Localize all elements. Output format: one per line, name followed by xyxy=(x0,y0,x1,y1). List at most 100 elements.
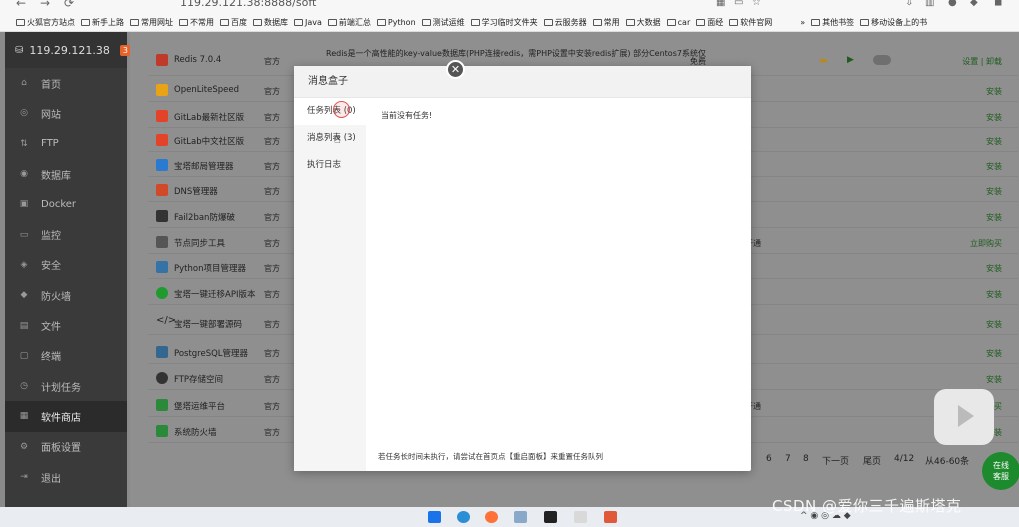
bookmark-folder[interactable]: 学习临时文件夹 xyxy=(470,17,538,28)
browser-chrome: ← → ⟳ 119.29.121.38:8888/soft ▦ ▭ ☆ ⇩ ▥ … xyxy=(0,0,1019,32)
sidebar-item-security[interactable]: ◈ 安全 xyxy=(5,250,127,280)
extension-icon[interactable]: ◼ xyxy=(994,0,1002,8)
sidebar-item-terminal[interactable]: ▢ 终端 xyxy=(5,341,127,371)
python-icon xyxy=(156,261,168,273)
folder-icon xyxy=(421,18,431,26)
ide-icon[interactable] xyxy=(544,511,557,523)
bookmark-folder[interactable]: 测试运维 xyxy=(421,17,465,28)
gitlab-icon xyxy=(156,110,168,122)
bookmark-folder[interactable]: Python xyxy=(376,18,416,27)
qr-icon[interactable]: ▦ xyxy=(716,0,725,8)
message-box-dialog: 消息盒子 任务列表 (0) 消息列表 (3) 执行日志 当前没有任务! 若任务长… xyxy=(294,66,751,471)
bookmark-item[interactable]: 百度 xyxy=(220,17,247,28)
exit-icon: ⇥ xyxy=(20,472,28,482)
sidebar-item-cron[interactable]: ◷ 计划任务 xyxy=(5,371,127,401)
page-icon[interactable]: ▭ xyxy=(734,0,743,8)
windows-start-icon[interactable] xyxy=(428,511,441,523)
shield-icon xyxy=(156,425,168,437)
folder-icon xyxy=(294,18,303,26)
server-header: ⛁ 119.29.121.38 3 xyxy=(5,32,131,68)
openlitespeed-icon xyxy=(156,84,168,96)
sidebar-item-ftp[interactable]: ⇅ FTP xyxy=(5,129,127,159)
bookmark-folder[interactable]: 数据库 xyxy=(253,17,288,28)
page-link[interactable]: 6 xyxy=(766,454,772,464)
sidebar-item-firewall[interactable]: ◆ 防火墙 xyxy=(5,280,127,310)
folder-icon: ▤ xyxy=(19,320,29,331)
folder-icon xyxy=(625,18,635,26)
folder-icon xyxy=(811,18,821,26)
bookmark-folder[interactable]: 软件官网 xyxy=(729,17,772,28)
docker-icon: ▣ xyxy=(19,199,29,210)
bookmark-folder[interactable]: 常用网址 xyxy=(130,17,173,28)
grid-icon: ▦ xyxy=(19,411,29,422)
address-bar[interactable]: 119.29.121.38:8888/soft xyxy=(180,0,316,9)
folder-icon xyxy=(592,18,602,26)
database-icon: ◉ xyxy=(20,169,28,180)
code-icon: </> xyxy=(156,315,177,326)
forward-icon[interactable]: → xyxy=(40,0,50,10)
dns-icon xyxy=(156,184,168,196)
tab-message-list[interactable]: 消息列表 (3) xyxy=(294,125,366,152)
toggle-switch[interactable] xyxy=(873,55,891,65)
folder-icon xyxy=(179,18,188,26)
extension-icon[interactable]: ▥ xyxy=(925,0,934,8)
sidebar-item-monitor[interactable]: ▭ 监控 xyxy=(5,219,127,249)
watermark: CSDN @爱你三千遍斯塔克 xyxy=(772,497,962,515)
postgresql-icon xyxy=(156,346,168,358)
app-icon[interactable] xyxy=(604,511,617,523)
star-icon[interactable]: ☆ xyxy=(752,0,761,8)
sidebar-item-files[interactable]: ▤ 文件 xyxy=(5,310,127,340)
close-icon[interactable]: ✕ xyxy=(446,60,465,79)
back-icon[interactable]: ← xyxy=(16,0,26,10)
sidebar-item-logout[interactable]: ⇥ 退出 xyxy=(5,462,127,492)
bookmark-folder[interactable]: 不常用 xyxy=(179,17,214,28)
folder-icon xyxy=(696,18,706,26)
dialog-footer-hint: 若任务长时间未执行，请尝试在首页点【重启面板】来重置任务队列 xyxy=(378,452,603,461)
bookmark-folder[interactable]: 面经 xyxy=(696,17,723,28)
bookmark-item[interactable]: 新手上路 xyxy=(81,17,124,28)
sidebar-item-database[interactable]: ◉ 数据库 xyxy=(5,159,127,189)
extension-icon[interactable]: ◆ xyxy=(970,0,978,8)
globe-icon xyxy=(220,18,229,26)
bookmark-folder[interactable]: car xyxy=(666,18,690,27)
firefox-icon[interactable] xyxy=(485,511,498,523)
mobile-icon xyxy=(860,18,870,26)
server-ip: 119.29.121.38 xyxy=(29,43,110,57)
next-page-button[interactable]: 下一页 xyxy=(822,454,849,467)
sidebar-item-store[interactable]: ▦ 软件商店 xyxy=(5,401,127,432)
sidebar-item-website[interactable]: ◎ 网站 xyxy=(5,98,127,128)
more-bookmarks-button[interactable]: » xyxy=(800,18,805,27)
video-play-icon[interactable] xyxy=(934,389,994,445)
page-link[interactable]: 8 xyxy=(803,454,809,464)
online-service-button[interactable]: 在线 客服 xyxy=(982,452,1019,490)
last-page-button[interactable]: 尾页 xyxy=(863,454,881,467)
bookmark-folder[interactable]: 移动设备上的书 xyxy=(860,17,927,28)
empty-task-text: 当前没有任务! xyxy=(381,111,433,120)
bookmark-folder[interactable]: 常用 xyxy=(592,17,620,28)
page-indicator: 4/12 xyxy=(894,454,915,464)
download-icon[interactable]: ⇩ xyxy=(905,0,913,8)
photos-icon[interactable] xyxy=(514,511,527,523)
folder-icon xyxy=(376,18,386,26)
tab-task-list[interactable]: 任务列表 (0) xyxy=(294,98,366,125)
server-icon: ⛁ xyxy=(15,44,24,56)
bookmark-folder[interactable]: 云服务器 xyxy=(543,17,587,28)
play-icon[interactable]: ▶ xyxy=(847,55,854,65)
sidebar-item-settings[interactable]: ⚙ 面板设置 xyxy=(5,432,127,462)
monitor-icon: ▭ xyxy=(19,229,29,240)
sidebar-item-docker[interactable]: ▣ Docker xyxy=(5,189,127,219)
bookmark-folder[interactable]: 大数据 xyxy=(625,17,661,28)
page-link[interactable]: 7 xyxy=(785,454,791,464)
bookmark-folder[interactable]: 其他书签 xyxy=(811,17,854,28)
bookmark-item[interactable]: 火狐官方站点 xyxy=(16,17,75,28)
bookmark-folder[interactable]: 前端汇总 xyxy=(327,17,371,28)
app-icon[interactable] xyxy=(574,511,587,523)
terminal-icon: ▢ xyxy=(19,350,29,361)
edge-icon[interactable] xyxy=(457,511,470,523)
extension-icon[interactable]: ● xyxy=(948,0,957,8)
folder-icon[interactable]: ▬ xyxy=(819,56,828,66)
refresh-icon[interactable]: ⟳ xyxy=(64,0,74,10)
tab-exec-log[interactable]: 执行日志 xyxy=(294,152,366,179)
bookmark-folder[interactable]: Java xyxy=(294,18,322,27)
sidebar-item-home[interactable]: ⌂ 首页 xyxy=(5,68,127,98)
